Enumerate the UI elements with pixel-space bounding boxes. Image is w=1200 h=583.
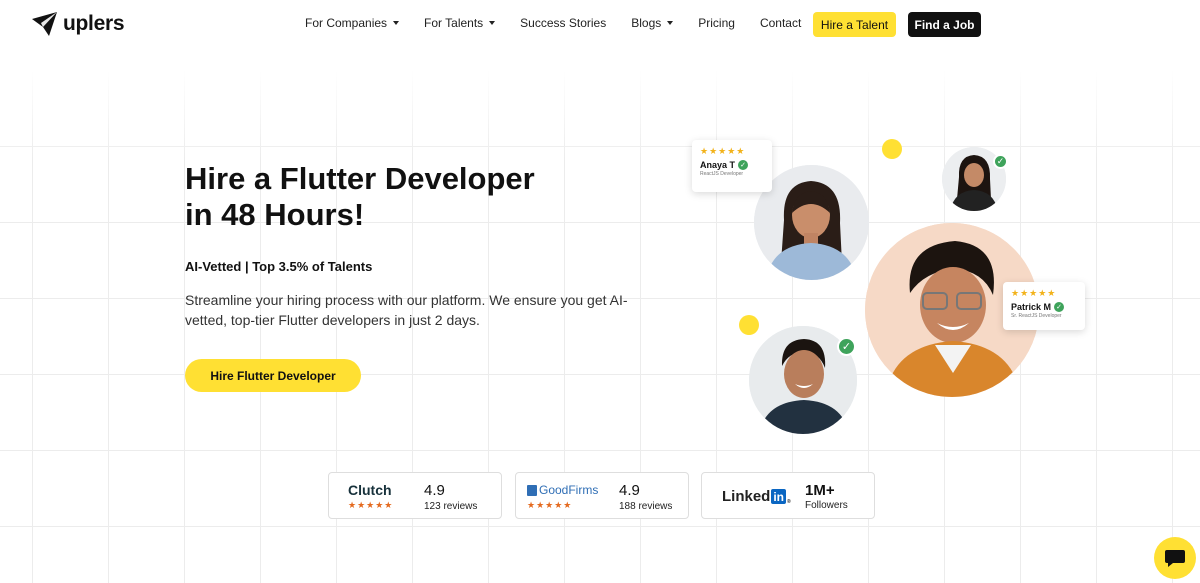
star-rating-icon: ★★★★★ — [1011, 288, 1057, 298]
profile-name: Anaya T ✓ — [700, 160, 764, 170]
decorative-dot — [739, 315, 759, 335]
goodfirms-mark-icon — [527, 484, 537, 496]
profile-name-text: Patrick M — [1011, 302, 1052, 312]
review-card-clutch[interactable]: Clutch ★★★★★ 4.9 123 reviews — [328, 472, 502, 519]
main-nav: For Companies For Talents Success Storie… — [305, 16, 826, 30]
star-rating-icon: ★★★★★ — [527, 500, 573, 510]
hire-flutter-developer-button[interactable]: Hire Flutter Developer — [185, 359, 361, 392]
star-rating-icon: ★★★★★ — [348, 500, 394, 510]
nav-item-label: Contact — [759, 16, 802, 30]
hero-title: Hire a Flutter Developer in 48 Hours! — [185, 161, 605, 233]
nav-item-pricing[interactable]: Pricing — [698, 16, 735, 30]
review-card-linkedin[interactable]: Linked in ® 1M+ Followers — [701, 472, 875, 519]
review-count: 123 reviews — [424, 501, 478, 512]
follower-count: 1M+ — [805, 482, 835, 499]
find-job-button[interactable]: Find a Job — [908, 12, 981, 37]
verified-check-icon: ✓ — [1054, 302, 1065, 312]
linkedin-in-icon: in — [771, 489, 787, 504]
nav-item-contact[interactable]: Contact — [760, 16, 801, 30]
brand-name: uplers — [63, 12, 125, 35]
goodfirms-logo: GoodFirms — [527, 483, 598, 497]
chevron-down-icon — [667, 21, 674, 25]
verified-check-icon: ✓ — [837, 337, 856, 356]
star-rating-icon: ★★★★★ — [700, 146, 746, 156]
nav-item-label: Success Stories — [520, 16, 607, 30]
nav-item-for-companies[interactable]: For Companies — [305, 16, 400, 30]
review-score: 4.9 — [619, 482, 640, 499]
nav-item-success-stories[interactable]: Success Stories — [520, 16, 606, 30]
linkedin-logo-text: Linked — [722, 488, 771, 505]
verified-check-icon: ✓ — [738, 160, 749, 170]
profile-name: Patrick M ✓ — [1011, 302, 1077, 312]
hero-title-line: Hire a Flutter Developer — [185, 161, 535, 196]
review-card-goodfirms[interactable]: GoodFirms ★★★★★ 4.9 188 reviews — [515, 472, 689, 519]
follower-label: Followers — [805, 500, 848, 511]
chat-widget-button[interactable] — [1154, 537, 1196, 579]
goodfirms-logo-text: GoodFirms — [539, 483, 599, 497]
decorative-dot — [882, 139, 902, 159]
nav-item-label: For Companies — [305, 16, 388, 30]
rating-card-anaya: ★★★★★ Anaya T ✓ ReactJS Developer — [692, 140, 772, 192]
chevron-down-icon — [393, 21, 400, 25]
hero-tagline: AI-Vetted | Top 3.5% of Talents — [185, 259, 373, 274]
profile-name-text: Anaya T — [700, 160, 736, 170]
review-score: 4.9 — [424, 482, 445, 499]
hire-talent-button[interactable]: Hire a Talent — [813, 12, 896, 37]
brand-logo[interactable]: uplers — [30, 11, 125, 37]
chat-icon — [1165, 550, 1185, 567]
nav-item-for-talents[interactable]: For Talents — [424, 16, 496, 30]
uplers-logo-icon — [32, 12, 57, 36]
nav-item-blogs[interactable]: Blogs — [631, 16, 674, 30]
registered-mark: ® — [787, 499, 791, 505]
hero-description: Streamline your hiring process with our … — [185, 292, 628, 328]
nav-item-label: For Talents — [424, 16, 484, 30]
nav-item-label: Pricing — [698, 16, 735, 30]
verified-check-icon: ✓ — [993, 154, 1008, 169]
site-header: uplers For Companies For Talents Success… — [0, 0, 1200, 48]
clutch-logo: Clutch — [348, 482, 392, 498]
linkedin-logo: Linked in ® — [722, 488, 791, 505]
profile-role: Sr. ReactJS Developer — [1011, 313, 1062, 319]
background-grid-fade — [0, 70, 1200, 160]
review-count: 188 reviews — [619, 501, 673, 512]
nav-item-label: Blogs — [631, 16, 662, 30]
rating-card-patrick: ★★★★★ Patrick M ✓ Sr. ReactJS Developer — [1003, 282, 1085, 330]
profile-role: ReactJS Developer — [700, 171, 744, 177]
chevron-down-icon — [489, 21, 496, 25]
hero-title-line: in 48 Hours! — [185, 197, 365, 232]
